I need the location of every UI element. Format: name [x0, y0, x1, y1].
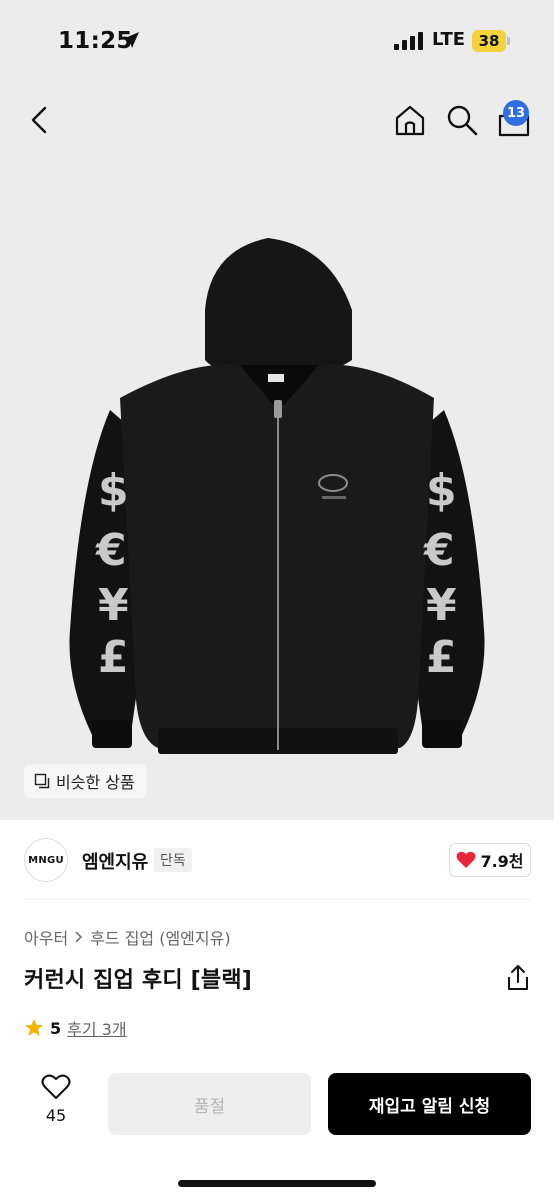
- cart-count-badge: 13: [503, 100, 529, 126]
- soldout-button[interactable]: 품절: [108, 1073, 311, 1135]
- svg-text:$: $: [426, 465, 457, 516]
- brand-row: MNGU 엠엔지유 단독 7.9천: [0, 830, 554, 892]
- bottom-action-bar: 45 품절 재입고 알림 신청: [0, 1060, 554, 1200]
- battery-level: 38: [478, 32, 500, 50]
- heart-outline-icon: [41, 1074, 71, 1099]
- chevron-right-icon: [75, 931, 83, 943]
- svg-text:€: €: [423, 525, 455, 576]
- breadcrumb: 아우터 후드 집업 (엠엔지유): [24, 925, 231, 949]
- status-bar: 11:25 LTE 38: [0, 0, 554, 84]
- brand-name[interactable]: 엠엔지유: [82, 848, 148, 874]
- svg-text:$: $: [98, 465, 129, 516]
- battery-icon: 38: [472, 30, 506, 52]
- product-image[interactable]: $ € ¥ £ $ € ¥ £: [0, 160, 554, 820]
- star-icon: [25, 1019, 43, 1036]
- copy-icon: [34, 773, 50, 789]
- section-divider: [24, 899, 530, 900]
- similar-products-label: 비슷한 상품: [56, 773, 135, 792]
- breadcrumb-subcategory[interactable]: 후드 집업 (엠엔지유): [90, 925, 230, 949]
- top-nav: [0, 90, 554, 150]
- svg-text:€: €: [95, 525, 127, 576]
- brand-logo-text: MNGU: [28, 854, 64, 866]
- location-arrow-icon: [123, 32, 139, 48]
- svg-text:¥: ¥: [426, 580, 457, 631]
- wishlist-button[interactable]: 45: [30, 1074, 82, 1136]
- brand-logo[interactable]: MNGU: [24, 838, 68, 882]
- rating-row: 5 후기 3개: [24, 1016, 127, 1040]
- review-link[interactable]: 후기 3개: [67, 1016, 126, 1040]
- signal-icon: [394, 32, 423, 50]
- breadcrumb-category[interactable]: 아우터: [24, 925, 68, 949]
- svg-text:£: £: [426, 632, 457, 683]
- svg-text:¥: ¥: [98, 580, 129, 631]
- share-icon[interactable]: [504, 963, 532, 993]
- battery-tip: [507, 37, 510, 45]
- rating-score: 5: [50, 1018, 62, 1038]
- search-icon[interactable]: [444, 102, 480, 138]
- brand-like-button[interactable]: 7.9천: [449, 843, 531, 877]
- restock-alert-button[interactable]: 재입고 알림 신청: [328, 1073, 531, 1135]
- network-label: LTE: [432, 29, 466, 50]
- home-indicator: [178, 1180, 376, 1187]
- back-icon[interactable]: [22, 102, 58, 138]
- brand-like-count: 7.9천: [480, 852, 524, 871]
- wishlist-count: 45: [45, 1106, 67, 1125]
- product-title: 커런시 집업 후디 [블랙]: [24, 968, 253, 993]
- svg-text:£: £: [98, 632, 129, 683]
- exclusive-badge: 단독: [154, 848, 192, 872]
- home-icon[interactable]: [392, 102, 428, 138]
- heart-filled-icon: [456, 851, 476, 868]
- similar-products-button[interactable]: 비슷한 상품: [24, 764, 147, 798]
